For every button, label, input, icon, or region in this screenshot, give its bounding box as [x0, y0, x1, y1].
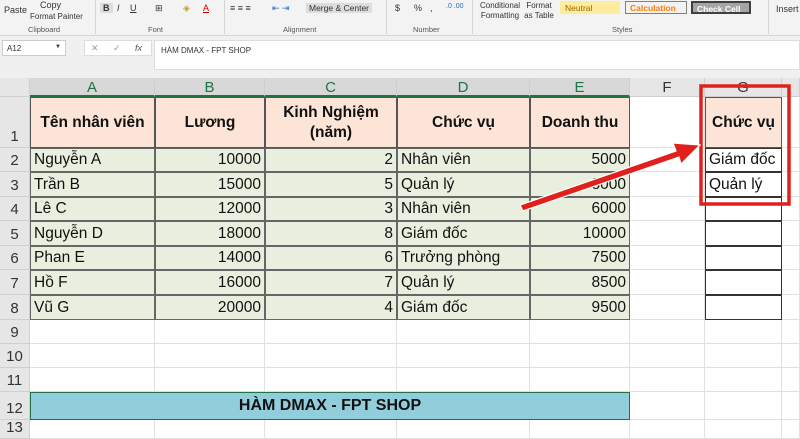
highlight-box [699, 84, 791, 206]
annotation-overlay [519, 84, 791, 212]
arrow-icon [519, 142, 702, 212]
